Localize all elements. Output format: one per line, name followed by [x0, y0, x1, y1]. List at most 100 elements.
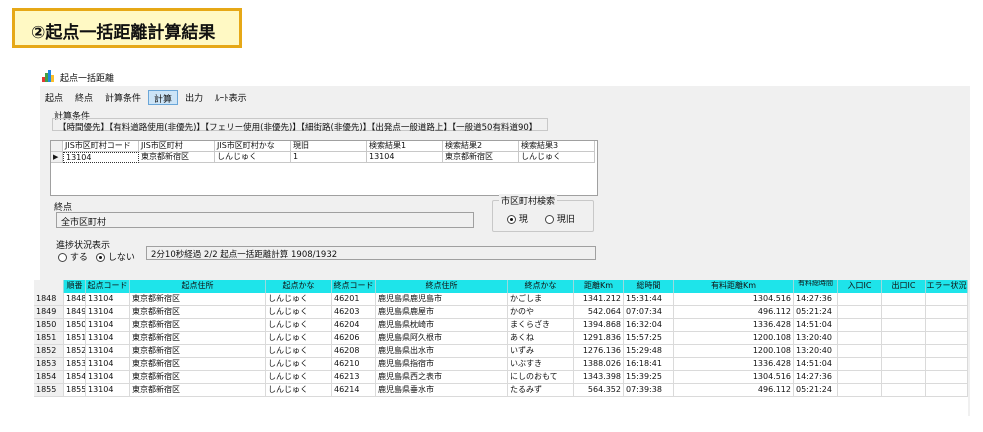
- table-cell[interactable]: 東京都新宿区: [130, 384, 266, 397]
- radio-unselected-icon[interactable]: [545, 215, 554, 224]
- table-cell[interactable]: 1855: [64, 384, 86, 397]
- table-cell[interactable]: 東京都新宿区: [130, 358, 266, 371]
- table-cell[interactable]: 46213: [332, 371, 376, 384]
- table-cell[interactable]: 13104: [86, 293, 130, 306]
- table-cell[interactable]: 1850: [64, 319, 86, 332]
- table-cell[interactable]: [882, 319, 926, 332]
- table-cell[interactable]: [882, 332, 926, 345]
- table-cell[interactable]: [838, 306, 882, 319]
- row-header[interactable]: 1849: [34, 306, 64, 319]
- table-cell[interactable]: たるみず: [508, 384, 574, 397]
- table-row[interactable]: 1849 1849 13104 東京都新宿区 しんじゅく 46203 鹿児島県鹿屋市 かのや 5…: [34, 306, 968, 319]
- table-cell[interactable]: 1276.136: [574, 345, 624, 358]
- table-cell[interactable]: [926, 345, 968, 358]
- menu-calc-conditions[interactable]: 計算条件: [100, 90, 146, 105]
- table-cell[interactable]: 13104: [63, 152, 139, 163]
- table-cell[interactable]: 東京都新宿区: [443, 152, 519, 163]
- table-cell[interactable]: 13104: [86, 306, 130, 319]
- table-cell[interactable]: 東京都新宿区: [130, 306, 266, 319]
- table-cell[interactable]: [926, 358, 968, 371]
- column-header[interactable]: 総時間: [624, 280, 674, 293]
- column-header[interactable]: 検索結果1: [367, 141, 443, 152]
- table-cell[interactable]: 13104: [86, 319, 130, 332]
- table-cell[interactable]: 14:27:36: [794, 371, 838, 384]
- row-header[interactable]: 1851: [34, 332, 64, 345]
- table-cell[interactable]: 05:21:24: [794, 384, 838, 397]
- table-row[interactable]: 1855 1855 13104 東京都新宿区 しんじゅく 46214 鹿児島県垂水市 たるみず…: [34, 384, 968, 397]
- table-cell[interactable]: 14:27:36: [794, 293, 838, 306]
- table-cell[interactable]: 1853: [64, 358, 86, 371]
- table-cell[interactable]: [882, 345, 926, 358]
- row-header[interactable]: 1850: [34, 319, 64, 332]
- column-header[interactable]: JIS市区町村: [139, 141, 215, 152]
- table-cell[interactable]: 13104: [86, 384, 130, 397]
- table-row[interactable]: 1853 1853 13104 東京都新宿区 しんじゅく 46210 鹿児島県指宿市 いぶすき…: [34, 358, 968, 371]
- table-cell[interactable]: 07:07:34: [624, 306, 674, 319]
- table-cell[interactable]: 46206: [332, 332, 376, 345]
- menu-calculate[interactable]: 計算: [148, 90, 179, 105]
- table-cell[interactable]: 東京都新宿区: [130, 371, 266, 384]
- table-cell[interactable]: [882, 306, 926, 319]
- row-header[interactable]: 1853: [34, 358, 64, 371]
- table-row[interactable]: 1854 1854 13104 東京都新宿区 しんじゅく 46213 鹿児島県西之表市 にしの…: [34, 371, 968, 384]
- table-cell[interactable]: 東京都新宿区: [139, 152, 215, 163]
- table-cell[interactable]: 13:20:40: [794, 345, 838, 358]
- table-cell[interactable]: [838, 293, 882, 306]
- table-cell[interactable]: [838, 384, 882, 397]
- table-cell[interactable]: [926, 384, 968, 397]
- table-cell[interactable]: しんじゅく: [266, 319, 332, 332]
- column-header[interactable]: 出口IC: [882, 280, 926, 293]
- table-cell[interactable]: [838, 345, 882, 358]
- column-header[interactable]: 距離Km: [574, 280, 624, 293]
- table-cell[interactable]: 鹿児島県鹿屋市: [376, 306, 508, 319]
- table-cell[interactable]: 1854: [64, 371, 86, 384]
- table-cell[interactable]: 13:20:40: [794, 332, 838, 345]
- table-cell[interactable]: 1849: [64, 306, 86, 319]
- table-cell[interactable]: 46208: [332, 345, 376, 358]
- table-cell[interactable]: 15:31:44: [624, 293, 674, 306]
- column-header[interactable]: 検索結果2: [443, 141, 519, 152]
- table-cell[interactable]: [926, 293, 968, 306]
- table-cell[interactable]: しんじゅく: [266, 293, 332, 306]
- column-header[interactable]: 有料距離Km: [674, 280, 794, 293]
- table-cell[interactable]: 1: [291, 152, 367, 163]
- table-row[interactable]: 1850 1850 13104 東京都新宿区 しんじゅく 46204 鹿児島県枕崎市 まくらざ…: [34, 319, 968, 332]
- column-header[interactable]: エラー状況: [926, 280, 968, 293]
- table-cell[interactable]: 542.064: [574, 306, 624, 319]
- table-cell[interactable]: 16:18:41: [624, 358, 674, 371]
- table-cell[interactable]: 46210: [332, 358, 376, 371]
- table-cell[interactable]: 07:39:38: [624, 384, 674, 397]
- row-header[interactable]: 1852: [34, 345, 64, 358]
- row-header[interactable]: 1855: [34, 384, 64, 397]
- table-cell[interactable]: 496.112: [674, 384, 794, 397]
- table-cell[interactable]: [838, 371, 882, 384]
- column-header[interactable]: 起点コード: [86, 280, 130, 293]
- table-cell[interactable]: しんじゅく: [266, 332, 332, 345]
- table-cell[interactable]: しんじゅく: [266, 371, 332, 384]
- table-cell[interactable]: 46201: [332, 293, 376, 306]
- table-cell[interactable]: 46203: [332, 306, 376, 319]
- table-cell[interactable]: しんじゅく: [215, 152, 291, 163]
- table-cell[interactable]: [838, 332, 882, 345]
- menu-start[interactable]: 起点: [40, 90, 68, 105]
- table-cell[interactable]: あくね: [508, 332, 574, 345]
- table-cell[interactable]: 16:32:04: [624, 319, 674, 332]
- table-cell[interactable]: 14:51:04: [794, 319, 838, 332]
- table-cell[interactable]: しんじゅく: [519, 152, 595, 163]
- table-cell[interactable]: 1394.868: [574, 319, 624, 332]
- table-cell[interactable]: 東京都新宿区: [130, 332, 266, 345]
- table-cell[interactable]: 1304.516: [674, 371, 794, 384]
- table-cell[interactable]: 13104: [367, 152, 443, 163]
- column-header[interactable]: 終点かな: [508, 280, 574, 293]
- table-cell[interactable]: しんじゅく: [266, 358, 332, 371]
- column-header[interactable]: 順番: [64, 280, 86, 293]
- row-header[interactable]: 1854: [34, 371, 64, 384]
- table-cell[interactable]: 鹿児島県西之表市: [376, 371, 508, 384]
- table-row[interactable]: 1851 1851 13104 東京都新宿区 しんじゅく 46206 鹿児島県阿久根市 あくね…: [34, 332, 968, 345]
- table-cell[interactable]: 東京都新宿区: [130, 345, 266, 358]
- table-cell[interactable]: 鹿児島県垂水市: [376, 384, 508, 397]
- table-cell[interactable]: しんじゅく: [266, 384, 332, 397]
- table-row[interactable]: 1852 1852 13104 東京都新宿区 しんじゅく 46208 鹿児島県出水市 いずみ 1…: [34, 345, 968, 358]
- radio-unselected-icon[interactable]: [58, 253, 67, 262]
- table-cell[interactable]: かのや: [508, 306, 574, 319]
